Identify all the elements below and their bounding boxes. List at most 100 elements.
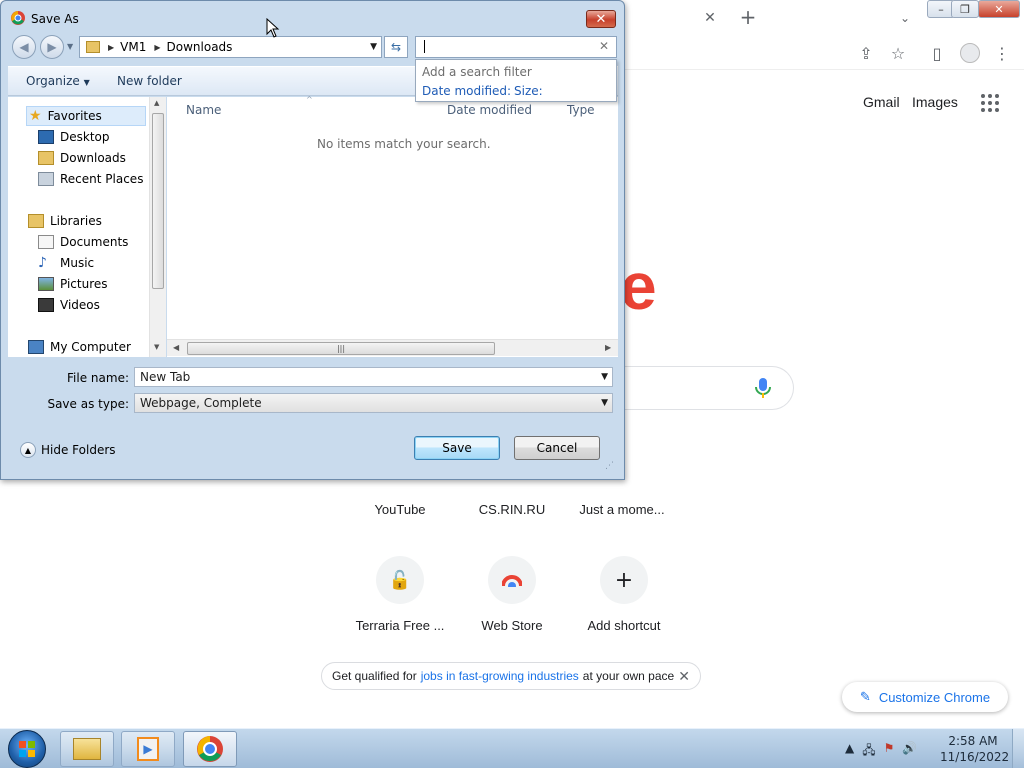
nav-label: Music [60,256,95,270]
taskbar-media-player[interactable]: ▶ [121,731,175,767]
show-desktop-button[interactable] [1012,729,1024,768]
nav-label: Downloads [60,151,126,165]
nav-music[interactable]: ♪ Music [38,253,94,273]
column-header-date-modified[interactable]: Date modified [447,103,532,117]
breadcrumb-downloads[interactable]: Downloads [167,40,233,54]
folder-icon [86,41,100,53]
forward-button[interactable]: ▶ [40,35,64,59]
breadcrumb-vm1[interactable]: VM1 [120,40,146,54]
search-input[interactable] [415,36,617,58]
nav-documents[interactable]: Documents [38,232,128,252]
customize-label: Customize Chrome [878,689,991,705]
clear-search-icon[interactable]: ✕ [599,39,609,53]
promo-banner: Get qualified for jobs in fast-growing i… [321,662,701,690]
action-center-icon[interactable]: ⚑ [884,741,895,762]
file-list[interactable]: Name ^ Date modified Type No items match… [167,95,618,357]
add-shortcut[interactable]: + Add shortcut [568,556,680,633]
promo-prefix: Get qualified for [332,669,417,683]
shortcut-label: Web Store [481,618,543,633]
shortcut-label: YouTube [374,502,426,517]
address-bar[interactable]: ▶ VM1 ▶ Downloads ▼ [79,36,382,58]
size-filter[interactable]: Size: [514,84,543,98]
nav-my-computer[interactable]: My Computer [28,337,131,357]
text-caret [424,40,425,53]
nav-desktop[interactable]: Desktop [38,127,110,147]
file-name-field[interactable]: New Tab ▼ [134,367,613,387]
breadcrumb-arrow-icon: ▶ [154,42,161,52]
hide-folders-label: Hide Folders [41,443,116,457]
microphone-icon[interactable] [754,376,772,400]
shortcut-terraria[interactable]: 🔓 Terraria Free ... [344,556,456,633]
nav-downloads[interactable]: Downloads [38,148,126,168]
window-close-button[interactable]: ✕ [978,0,1020,18]
system-tray: ▲ 🖧 ⚑ 🔊 [845,741,917,762]
nav-videos[interactable]: Videos [38,295,100,315]
libraries-icon [28,214,44,228]
nav-pane-scrollbar[interactable]: ▲ ▼ [149,97,166,357]
nav-label: Favorites [47,109,102,123]
scroll-up-icon[interactable]: ▲ [154,99,159,107]
hide-folders-button[interactable]: ▲ Hide Folders [20,442,116,458]
nav-libraries[interactable]: Libraries [28,211,102,231]
images-link[interactable]: Images [912,94,958,110]
scrollbar-thumb[interactable]: ||| [187,342,495,355]
cancel-button[interactable]: Cancel [514,436,600,460]
new-tab-button[interactable]: + [734,3,762,31]
clock[interactable]: 2:58 AM 11/16/2022 [940,733,1009,765]
restore-button[interactable]: ❐ [951,0,979,18]
shortcut-web-store[interactable]: Web Store [456,556,568,633]
volume-icon[interactable]: 🔊 [902,741,917,762]
network-icon[interactable]: 🖧 [862,741,875,762]
chrome-icon [11,11,25,25]
tab-search-icon[interactable]: ⌄ [891,4,919,32]
back-button[interactable]: ◀ [12,35,36,59]
google-apps-icon[interactable] [981,94,999,112]
scrollbar-thumb[interactable] [152,113,164,289]
new-folder-button[interactable]: New folder [117,74,182,88]
scroll-left-icon[interactable]: ◀ [173,343,179,352]
customize-chrome-button[interactable]: ✎ Customize Chrome [842,682,1008,712]
start-button[interactable] [8,730,46,768]
taskbar-explorer[interactable] [60,731,114,767]
date-modified-filter[interactable]: Date modified: [422,84,511,98]
organize-label: Organize [26,74,80,88]
show-hidden-icons-icon[interactable]: ▲ [845,741,854,762]
close-icon[interactable]: ✕ [678,668,690,685]
nav-recent-places[interactable]: Recent Places [38,169,143,189]
scroll-down-icon[interactable]: ▼ [154,343,159,351]
organize-button[interactable]: Organize ▼ [26,74,90,88]
close-button[interactable]: ✕ [586,10,616,28]
column-header-name[interactable]: Name [186,103,221,117]
nav-pictures[interactable]: Pictures [38,274,108,294]
dialog-title: Save As [31,12,79,26]
gmail-link[interactable]: Gmail [863,94,900,110]
chrome-menu-icon[interactable]: ⋮ [988,39,1016,67]
documents-icon [38,235,54,249]
chevron-down-icon[interactable]: ▼ [601,368,608,386]
chevron-down-icon[interactable]: ▼ [601,394,608,412]
save-as-type-select[interactable]: Webpage, Complete ▼ [134,393,613,413]
scroll-right-icon[interactable]: ▶ [605,343,611,352]
column-header-type[interactable]: Type [567,103,595,117]
file-name-label: File name: [67,371,129,385]
resize-grip-icon[interactable]: ⋰ [605,461,614,471]
chevron-up-icon: ▲ [20,442,36,458]
close-tab-icon[interactable]: ✕ [696,4,724,32]
profile-avatar-icon[interactable] [956,39,984,67]
save-button[interactable]: Save [414,436,500,460]
file-list-hscrollbar[interactable]: ◀ ||| ▶ [167,339,618,356]
chevron-down-icon[interactable]: ▼ [370,42,377,52]
recent-locations-icon[interactable]: ▼ [67,42,73,51]
share-icon[interactable]: ⇪ [852,39,880,67]
promo-link[interactable]: jobs in fast-growing industries [421,669,579,683]
bookmark-star-icon[interactable]: ☆ [884,39,912,67]
side-panel-icon[interactable]: ▯ [923,39,951,67]
nav-favorites[interactable]: ★ Favorites [26,106,146,126]
file-name-value: New Tab [140,370,191,384]
search-filter-hint: Add a search filter [422,65,532,79]
refresh-icon[interactable]: ⇆ [384,36,408,58]
taskbar-chrome[interactable] [183,731,237,767]
nav-label: Documents [60,235,129,249]
mouse-cursor-icon [266,18,280,38]
empty-results-message: No items match your search. [317,137,491,151]
